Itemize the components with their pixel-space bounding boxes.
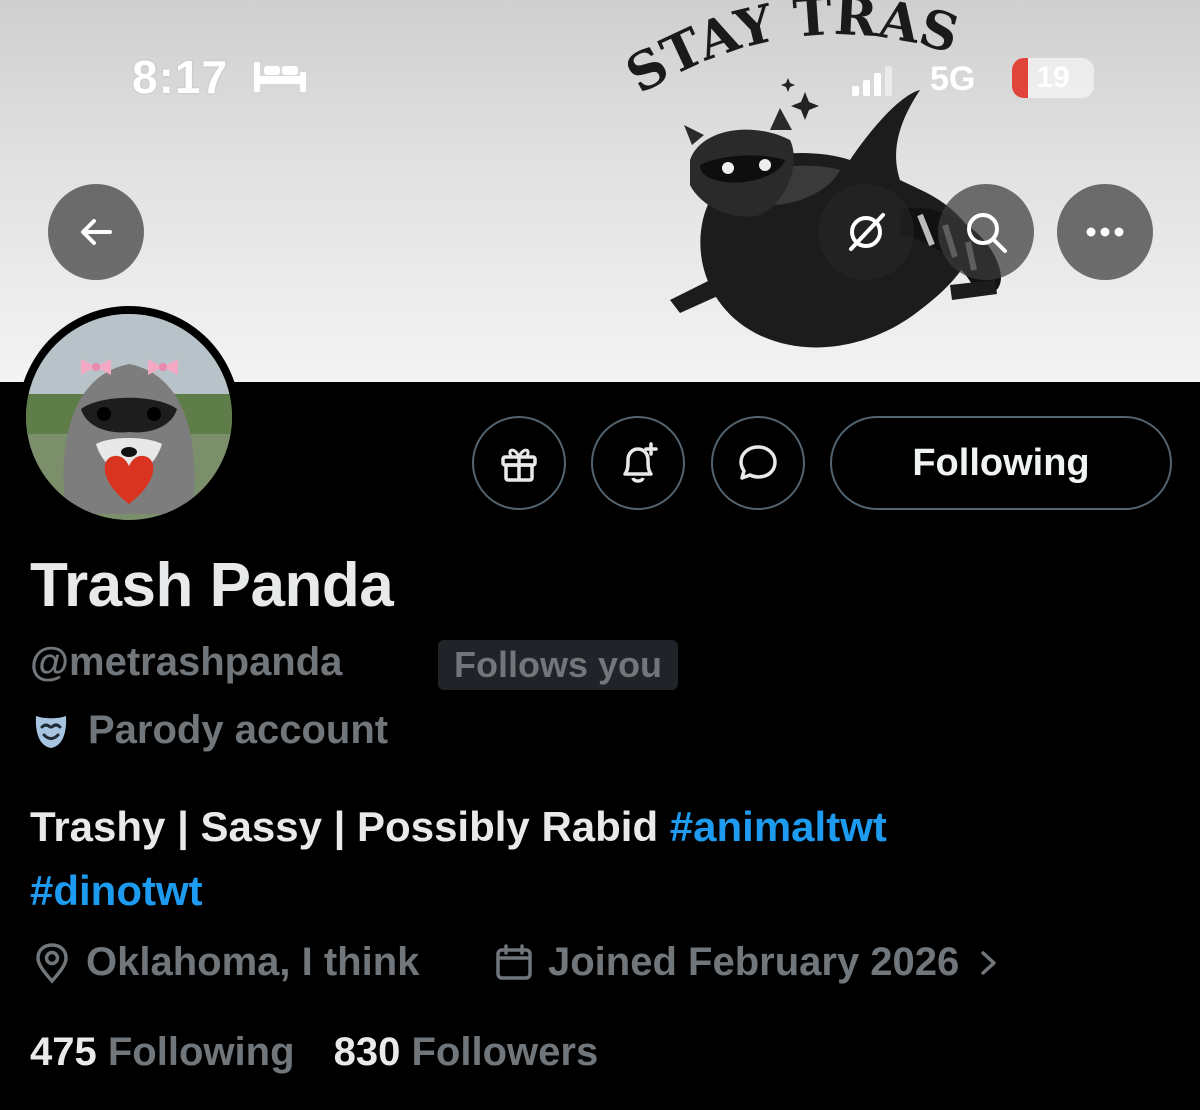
hashtag-link[interactable]: #dinotwt bbox=[30, 867, 203, 914]
arrow-left-icon bbox=[81, 219, 112, 245]
follow-stats: 475 Following 830 Followers bbox=[30, 1030, 598, 1075]
battery-indicator: 19 bbox=[1012, 58, 1094, 98]
gift-icon bbox=[501, 448, 537, 482]
display-name: Trash Panda bbox=[30, 551, 394, 620]
chevron-right-icon bbox=[981, 950, 997, 975]
avatar[interactable] bbox=[18, 306, 240, 528]
network-type: 5G bbox=[930, 60, 976, 98]
user-handle: @metrashpanda bbox=[30, 640, 343, 684]
notifications-button[interactable] bbox=[591, 416, 685, 510]
avatar-image bbox=[26, 314, 232, 520]
profile-bio: Trashy | Sassy | Possibly Rabid #animalt… bbox=[30, 795, 1130, 923]
parody-account-label: Parody account bbox=[88, 708, 389, 752]
calendar-icon bbox=[496, 943, 532, 980]
chat-bubble-icon bbox=[739, 445, 777, 480]
location-pin-icon bbox=[36, 942, 68, 984]
grok-button[interactable] bbox=[818, 184, 914, 280]
joined-date-link[interactable]: Joined February 2026 bbox=[494, 940, 1001, 985]
theater-mask-icon bbox=[35, 715, 67, 748]
bell-plus-icon bbox=[623, 442, 658, 483]
bio-text: Trashy | Sassy | Possibly Rabid bbox=[30, 803, 659, 850]
bed-icon bbox=[254, 62, 306, 92]
follows-you-badge: Follows you bbox=[438, 640, 679, 690]
back-button[interactable] bbox=[48, 184, 144, 280]
parody-account-row[interactable]: Parody account bbox=[30, 708, 388, 753]
search-button[interactable] bbox=[938, 184, 1034, 280]
gift-button[interactable] bbox=[472, 416, 566, 510]
more-horizontal-icon bbox=[1086, 227, 1124, 237]
banner-slogan: STAY TRASHY bbox=[600, 0, 965, 106]
following-label: Following bbox=[107, 1030, 295, 1074]
grok-icon bbox=[849, 213, 885, 251]
joined-text: Joined February 2026 bbox=[548, 940, 960, 984]
message-button[interactable] bbox=[711, 416, 805, 510]
cellular-signal-icon bbox=[852, 66, 892, 96]
location: Oklahoma, I think bbox=[30, 940, 419, 985]
following-button[interactable]: Following bbox=[830, 416, 1172, 510]
status-time: 8:17 bbox=[132, 51, 229, 103]
more-options-button[interactable] bbox=[1057, 184, 1153, 280]
followers-stat[interactable]: 830 Followers bbox=[334, 1030, 599, 1074]
hashtag-link[interactable]: #animaltwt bbox=[670, 803, 887, 850]
battery-level: 19 bbox=[1036, 61, 1070, 94]
search-icon bbox=[967, 213, 1007, 253]
location-text: Oklahoma, I think bbox=[86, 940, 420, 984]
followers-count: 830 bbox=[333, 1030, 401, 1074]
following-stat[interactable]: 475 Following bbox=[30, 1030, 306, 1074]
followers-label: Followers bbox=[411, 1030, 599, 1074]
following-count: 475 bbox=[30, 1030, 97, 1074]
